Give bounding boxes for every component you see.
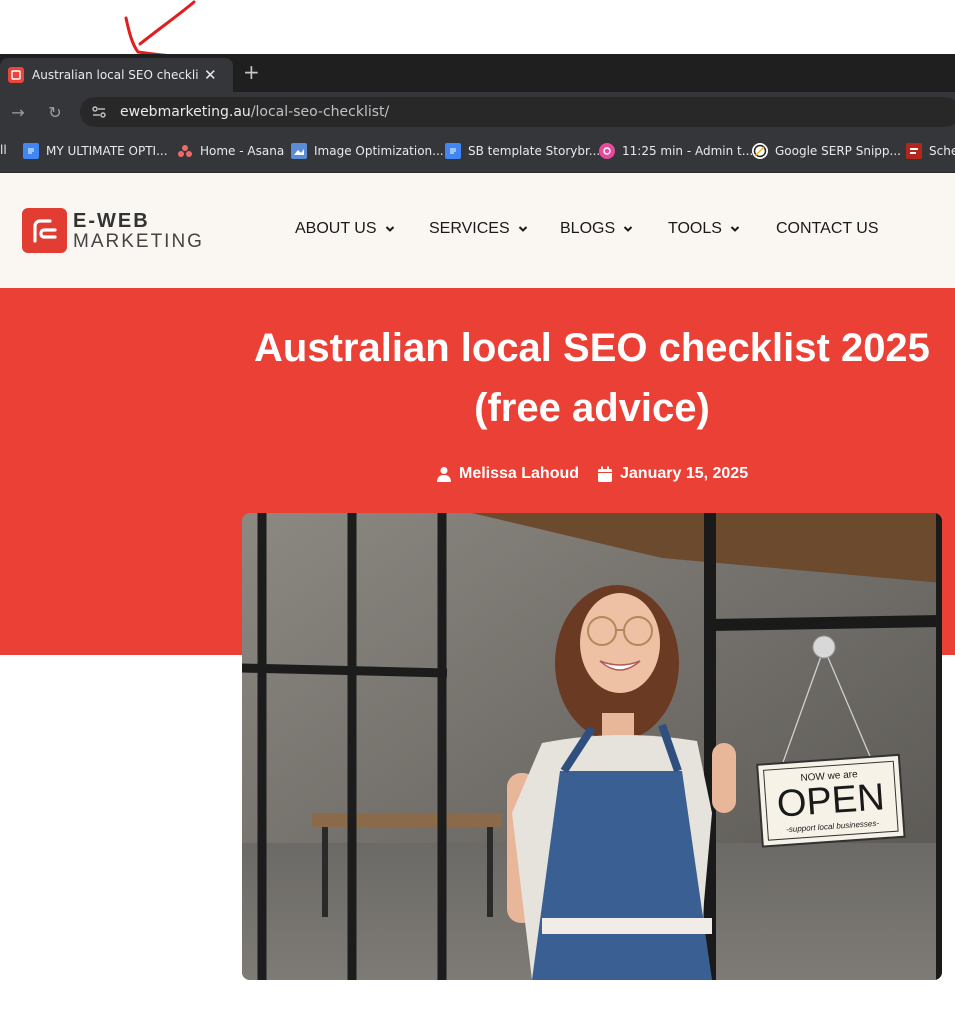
- chevron-down-icon: [623, 226, 633, 232]
- google-docs-icon: [23, 143, 39, 159]
- forward-icon[interactable]: →: [6, 100, 30, 124]
- browser-tab-active[interactable]: Australian local SEO checklist 20 ✕: [0, 58, 233, 92]
- logo-text-line1: E-WEB: [73, 209, 150, 232]
- open-sign: NOW we are OPEN -support local businesse…: [775, 769, 886, 835]
- site-logo[interactable]: E-WEB MARKETING: [22, 208, 204, 253]
- bookmark-item[interactable]: Image Optimization...: [291, 143, 444, 159]
- chevron-down-icon: [385, 226, 394, 232]
- url-text: ewebmarketing.au/local-seo-checklist/: [120, 104, 390, 120]
- timer-icon: [599, 143, 615, 159]
- google-docs-icon: [445, 143, 461, 159]
- nav-item-services[interactable]: SERVICES: [429, 220, 528, 238]
- annotation-arrow-icon: [124, 0, 196, 59]
- nav-item-contact-us[interactable]: CONTACT US: [776, 220, 879, 238]
- bookmark-item[interactable]: Home - Asana: [177, 143, 284, 159]
- serp-tool-icon: [752, 143, 768, 159]
- schema-icon: [906, 143, 922, 159]
- logo-mark-icon: [22, 208, 67, 253]
- chevron-down-icon: [518, 226, 527, 232]
- calendar-icon: [598, 466, 612, 482]
- user-icon: [437, 467, 451, 482]
- bookmark-item[interactable]: ll: [0, 143, 7, 157]
- article-date: January 15, 2025: [597, 465, 748, 483]
- featured-image: NOW we are OPEN -support local businesse…: [242, 513, 942, 980]
- image-tool-icon: [291, 143, 307, 159]
- browser-tab-bar: Australian local SEO checklist 20 ✕ +: [0, 54, 955, 92]
- page-title: Australian local SEO checklist 2025 (fre…: [254, 326, 930, 430]
- featured-illustration: [242, 513, 942, 980]
- logo-text-line2: MARKETING: [73, 230, 204, 252]
- bookmarks-bar: ll MY ULTIMATE OPTI... Home - Asana Imag…: [0, 132, 955, 173]
- article-meta: Melissa Lahoud January 15, 2025: [0, 465, 955, 487]
- tab-title: Australian local SEO checklist 20: [32, 68, 198, 82]
- bookmark-item[interactable]: Google SERP Snipp...: [752, 143, 901, 159]
- site-favicon-icon: [8, 67, 24, 83]
- asana-icon: [177, 143, 193, 159]
- bookmark-item[interactable]: SB template Storybr...: [445, 143, 600, 159]
- bookmark-item[interactable]: MY ULTIMATE OPTI...: [23, 143, 168, 159]
- close-tab-icon[interactable]: ✕: [204, 66, 217, 84]
- site-header: E-WEB MARKETING ABOUT US SERVICES BLOGS …: [0, 173, 955, 288]
- new-tab-icon[interactable]: +: [243, 60, 260, 84]
- bookmark-item[interactable]: 11:25 min - Admin t...: [599, 143, 753, 159]
- nav-item-blogs[interactable]: BLOGS: [560, 220, 633, 238]
- nav-item-about-us[interactable]: ABOUT US: [295, 220, 395, 238]
- chevron-down-icon: [730, 226, 740, 232]
- article-author[interactable]: Melissa Lahoud: [436, 465, 579, 483]
- browser-toolbar: → ↻ ewebmarketing.au/local-seo-checklist…: [0, 92, 955, 132]
- bookmark-item[interactable]: Sche: [906, 143, 955, 159]
- reload-icon[interactable]: ↻: [43, 100, 67, 124]
- address-bar[interactable]: ewebmarketing.au/local-seo-checklist/: [80, 97, 955, 127]
- site-settings-icon[interactable]: [90, 103, 108, 121]
- nav-item-tools[interactable]: TOOLS: [668, 220, 740, 238]
